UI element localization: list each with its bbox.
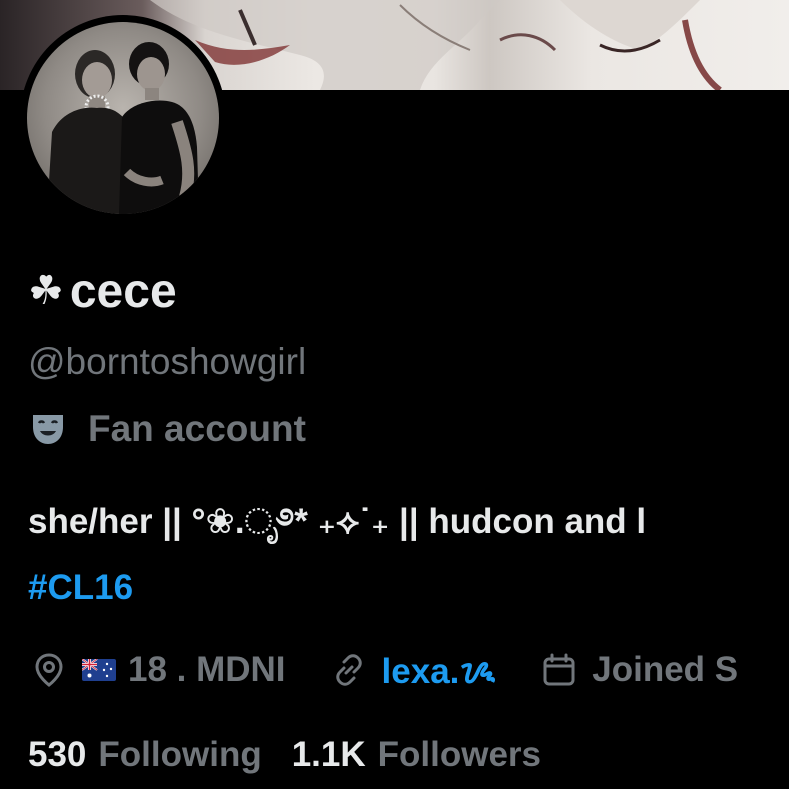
bio-hashtag-link[interactable]: #CL16 <box>28 564 133 612</box>
user-handle: @borntoshowgirl <box>28 341 307 382</box>
website-item[interactable]: lexa.ᝰ <box>330 647 497 694</box>
following-label[interactable]: Following <box>98 735 261 775</box>
joined-text: Joined S <box>592 650 739 689</box>
followers-count[interactable]: 1.1K <box>292 735 366 775</box>
link-icon <box>335 654 362 686</box>
display-name-text: cece <box>69 265 177 318</box>
account-category: Fan account <box>30 405 306 453</box>
location-pin-icon <box>35 653 63 687</box>
avatar[interactable] <box>27 22 219 214</box>
theater-masks-icon <box>33 415 63 444</box>
profile-bio: she/her || °❀.ೃ࿔* ₊⟡˙₊ || hudcon and l <box>28 502 647 541</box>
following-count[interactable]: 530 <box>28 735 86 775</box>
calendar-icon <box>543 653 575 686</box>
followers-label[interactable]: Followers <box>378 735 541 775</box>
follow-stats: 530 Following 1.1K Followers <box>28 730 541 780</box>
website-link[interactable]: lexa.ᝰ <box>382 647 497 694</box>
location-text: 18 . MDNI <box>128 650 286 689</box>
australia-flag-icon <box>82 659 116 681</box>
joined-item: Joined S <box>540 650 738 690</box>
location-item: 18 . MDNI <box>30 650 286 690</box>
display-name: ☘ cece <box>28 262 177 321</box>
profile-meta: 18 . MDNI lexa.ᝰ Joined S <box>30 645 738 695</box>
category-label: Fan account <box>88 408 306 449</box>
profile-page: ☘ cece @borntoshowgirl Fan account she/he… <box>0 0 789 789</box>
shamrock-icon: ☘ <box>28 269 64 313</box>
